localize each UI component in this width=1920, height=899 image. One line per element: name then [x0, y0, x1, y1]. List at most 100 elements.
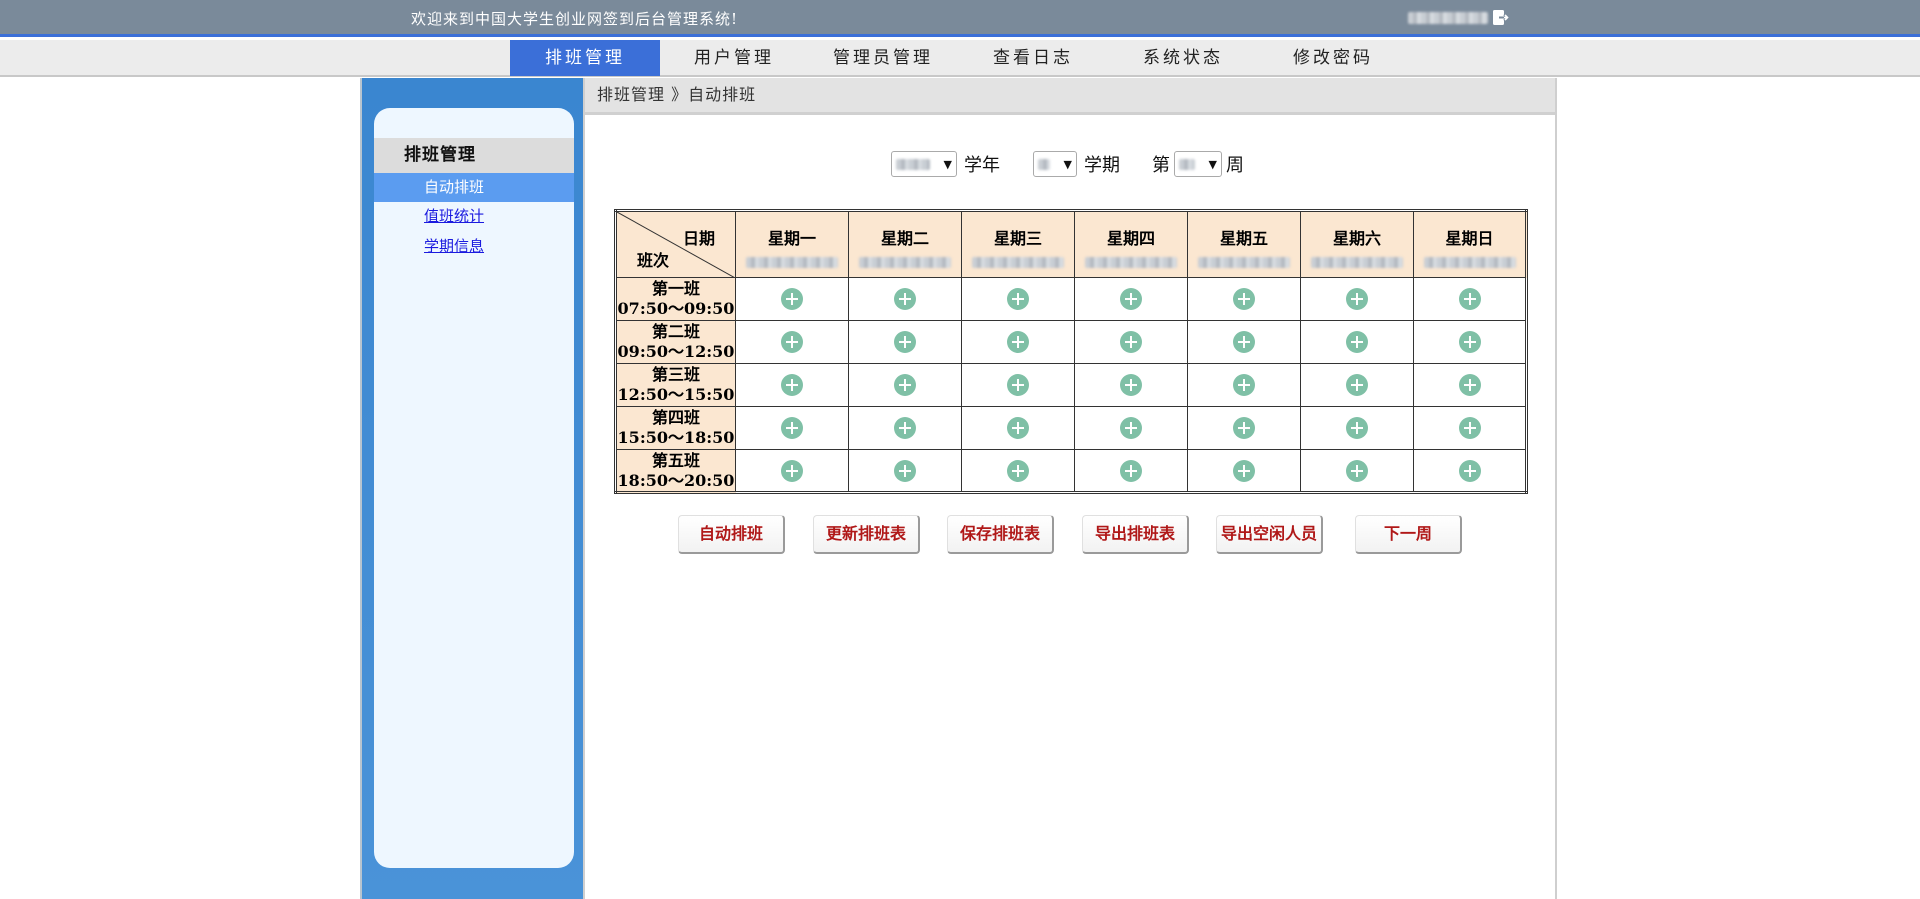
add-circle-icon[interactable] [781, 288, 803, 310]
shift-name: 第五班 [651, 450, 700, 470]
sidebar-title: 排班管理 [374, 138, 574, 173]
schedule-cell [1187, 449, 1301, 493]
add-circle-icon[interactable] [1458, 374, 1481, 396]
date-redacted [1423, 257, 1516, 268]
schedule-cell [1074, 277, 1188, 321]
add-circle-icon[interactable] [894, 288, 916, 310]
corner-date-label: 日期 [682, 229, 715, 248]
schedule-cell [1074, 320, 1188, 364]
sidebar-item-auto-schedule[interactable]: 自动排班 [374, 173, 574, 202]
nav-schedule[interactable]: 排班管理 [510, 40, 660, 76]
add-circle-icon[interactable] [781, 374, 803, 396]
chevron-down-icon: ▼ [943, 157, 952, 171]
logout-icon[interactable] [1492, 9, 1509, 26]
sidebar-item-term-info[interactable]: 学期信息 [374, 232, 574, 261]
shift-header: 第五班 18:50～20:50 [615, 449, 736, 493]
add-circle-icon[interactable] [1120, 459, 1142, 482]
table-row: 第五班 18:50～20:50 [615, 449, 1527, 493]
user-area [1408, 9, 1509, 26]
welcome-message: 欢迎来到中国大学生创业网签到后台管理系统! [411, 10, 739, 28]
date-redacted [859, 257, 951, 268]
nav-users[interactable]: 用户管理 [660, 40, 808, 76]
nav-admins[interactable]: 管理员管理 [808, 40, 958, 76]
export-schedule-button[interactable]: 导出排班表 [1082, 515, 1189, 554]
schedule-cell [961, 277, 1075, 321]
add-circle-icon[interactable] [1007, 417, 1029, 439]
schedule-table: 日期 班次 星期一 星期二 星期三 星期四 星期五 星期六 星期日 第一班 07:… [614, 209, 1528, 494]
add-circle-icon[interactable] [1120, 374, 1142, 396]
schedule-cell [961, 449, 1075, 493]
day-name: 星期三 [993, 229, 1042, 248]
schedule-cell [1074, 363, 1188, 407]
day-header: 星期二 [848, 210, 962, 278]
add-circle-icon[interactable] [1120, 331, 1142, 353]
week-select[interactable]: ▼ [1174, 151, 1222, 177]
nav-change-password[interactable]: 修改密码 [1258, 40, 1408, 76]
add-circle-icon[interactable] [894, 459, 916, 482]
table-row: 第一班 07:50～09:50 [615, 277, 1527, 321]
add-circle-icon[interactable] [1346, 374, 1368, 396]
next-week-button[interactable]: 下一周 [1355, 515, 1462, 554]
nav-logs[interactable]: 查看日志 [958, 40, 1108, 76]
schedule-cell [1413, 320, 1527, 364]
username-redacted [1408, 11, 1488, 24]
add-circle-icon[interactable] [1120, 417, 1142, 439]
table-row: 第四班 15:50～18:50 [615, 406, 1527, 450]
add-circle-icon[interactable] [1458, 288, 1481, 310]
save-schedule-button[interactable]: 保存排班表 [947, 515, 1054, 554]
schedule-cell [735, 320, 849, 364]
add-circle-icon[interactable] [894, 417, 916, 439]
add-circle-icon[interactable] [1346, 331, 1368, 353]
corner-header: 日期 班次 [615, 210, 736, 278]
schedule-cell [1074, 406, 1188, 450]
date-redacted [1085, 257, 1177, 268]
date-redacted [1198, 257, 1290, 268]
add-circle-icon[interactable] [1007, 331, 1029, 353]
sidebar-item-duty-stats[interactable]: 值班统计 [374, 202, 574, 231]
shift-header: 第四班 15:50～18:50 [615, 406, 736, 450]
add-circle-icon[interactable] [1458, 459, 1481, 482]
add-circle-icon[interactable] [1007, 288, 1029, 310]
shift-name: 第三班 [651, 365, 700, 384]
add-circle-icon[interactable] [781, 417, 803, 439]
top-bar: 欢迎来到中国大学生创业网签到后台管理系统! [0, 0, 1920, 37]
add-circle-icon[interactable] [781, 331, 803, 353]
add-circle-icon[interactable] [1346, 417, 1368, 439]
shift-time: 12:50～15:50 [617, 385, 735, 404]
term-select[interactable]: ▼ [1033, 151, 1077, 177]
add-circle-icon[interactable] [1120, 288, 1142, 310]
add-circle-icon[interactable] [1458, 417, 1481, 439]
add-circle-icon[interactable] [1233, 459, 1255, 482]
nav-system-status[interactable]: 系统状态 [1108, 40, 1258, 76]
add-circle-icon[interactable] [1346, 288, 1368, 310]
chevron-down-icon: ▼ [1208, 157, 1217, 171]
day-name: 星期日 [1445, 229, 1494, 248]
export-free-staff-button[interactable]: 导出空闲人员 [1216, 515, 1323, 554]
table-header-row: 日期 班次 星期一 星期二 星期三 星期四 星期五 星期六 星期日 [615, 210, 1527, 278]
schedule-cell [848, 363, 962, 407]
term-label: 学期 [1084, 155, 1120, 176]
chevron-down-icon: ▼ [1063, 157, 1072, 171]
add-circle-icon[interactable] [894, 331, 916, 353]
add-circle-icon[interactable] [781, 459, 803, 482]
main-content: 排班管理 》自动排班 ▼ 学年 ▼ 学期 第 ▼ 周 日期 班次 星期一 星期二… [583, 78, 1557, 899]
schedule-cell [1187, 363, 1301, 407]
add-circle-icon[interactable] [1458, 331, 1481, 353]
update-schedule-button[interactable]: 更新排班表 [813, 515, 920, 554]
year-label: 学年 [964, 155, 1000, 176]
add-circle-icon[interactable] [1233, 417, 1255, 439]
add-circle-icon[interactable] [894, 374, 916, 396]
add-circle-icon[interactable] [1346, 459, 1368, 482]
add-circle-icon[interactable] [1007, 459, 1029, 482]
year-select[interactable]: ▼ [891, 151, 957, 177]
add-circle-icon[interactable] [1233, 288, 1255, 310]
schedule-cell [1300, 277, 1414, 321]
auto-schedule-button[interactable]: 自动排班 [678, 515, 785, 554]
add-circle-icon[interactable] [1233, 374, 1255, 396]
shift-time: 09:50～12:50 [617, 342, 735, 361]
week-prefix: 第 [1152, 155, 1170, 176]
schedule-cell [848, 320, 962, 364]
add-circle-icon[interactable] [1233, 331, 1255, 353]
add-circle-icon[interactable] [1007, 374, 1029, 396]
diagonal-line [617, 212, 734, 277]
